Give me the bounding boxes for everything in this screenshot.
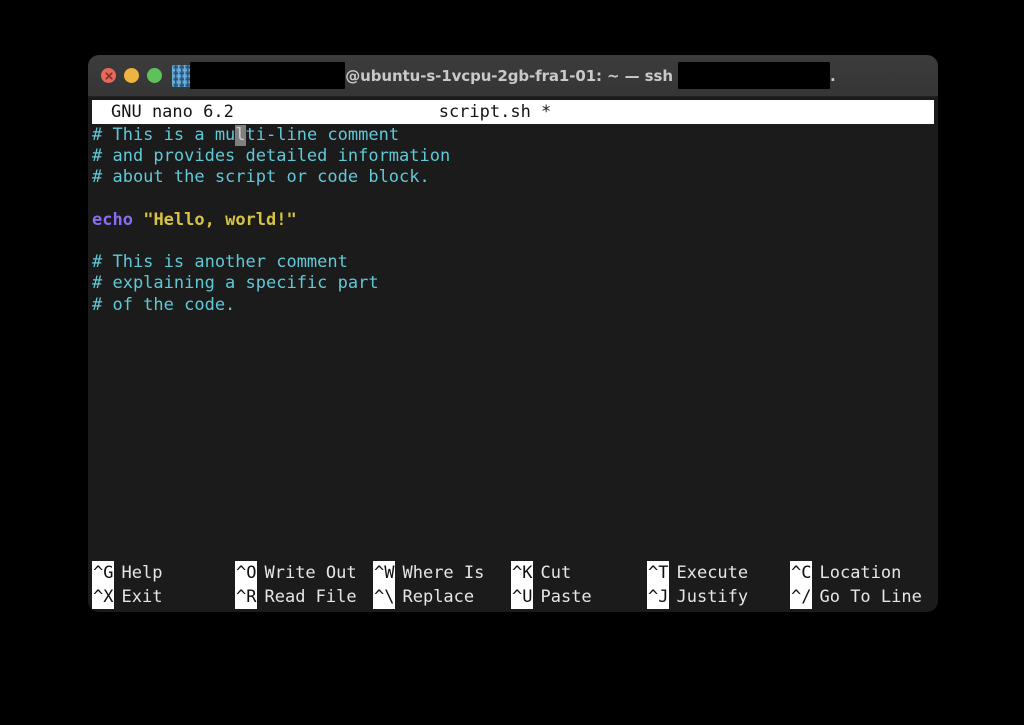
editor-text-span: "Hello, world!" (143, 209, 297, 230)
nano-editor-buffer[interactable]: # This is a multi-line comment # and prov… (92, 125, 934, 556)
window-title: @ubuntu-s-1vcpu-2gb-fra1-01: ~ — ssh (345, 66, 679, 85)
shortcut-key: ^/ (790, 585, 813, 609)
shortcut-replace[interactable]: ^\ Replace (373, 585, 511, 609)
shortcut-label: Cut (540, 563, 572, 583)
shortcut-location[interactable]: ^C Location (790, 561, 930, 585)
shortcut-paste[interactable]: ^U Paste (511, 585, 647, 609)
editor-line[interactable]: echo "Hello, world!" (92, 210, 934, 231)
text-cursor: l (235, 125, 246, 147)
shortcut-key: ^\ (373, 585, 396, 609)
shortcut-column: ^W Where Is ^\ Replace (373, 561, 511, 609)
shortcut-read-file[interactable]: ^R Read File (235, 585, 373, 609)
nano-header-bar: GNU nano 6.2 script.sh * (92, 100, 934, 124)
shortcut-execute[interactable]: ^T Execute (647, 561, 790, 585)
shortcut-label: Location (819, 563, 902, 583)
shortcut-justify[interactable]: ^J Justify (647, 585, 790, 609)
shortcut-column: ^O Write Out ^R Read File (235, 561, 373, 609)
terminal-body[interactable]: GNU nano 6.2 script.sh * # This is a mul… (88, 97, 938, 612)
shortcut-label: Where Is (402, 563, 485, 583)
shortcut-label: Paste (540, 587, 592, 607)
shortcut-column: ^T Execute ^J Justify (647, 561, 790, 609)
shortcut-key: ^K (511, 561, 534, 585)
nano-shortcut-bar: ^G Help ^X Exit ^O Write Out ^R Read File ^W Wher… (92, 561, 934, 609)
shortcut-key: ^X (92, 585, 115, 609)
editor-line[interactable]: # of the code. (92, 295, 934, 316)
terminal-window: @ubuntu-s-1vcpu-2gb-fra1-01: ~ — ssh . G… (88, 55, 938, 612)
editor-text-span: echo (92, 209, 133, 230)
shortcut-key: ^C (790, 561, 813, 585)
shortcut-label: Write Out (264, 563, 357, 583)
shortcut-column: ^G Help ^X Exit (92, 561, 235, 609)
close-window-button[interactable] (101, 68, 116, 83)
shortcut-key: ^J (647, 585, 670, 609)
shortcut-label: Justify (676, 587, 749, 607)
shortcut-label: Exit (121, 587, 163, 607)
editor-text-span: # This is a mu (92, 125, 236, 145)
shortcut-exit[interactable]: ^X Exit (92, 585, 235, 609)
editor-text-span (133, 210, 143, 230)
editor-line[interactable]: # about the script or code block. (92, 167, 934, 188)
editor-text-span: # and provides detailed information (92, 146, 451, 167)
editor-text-span: # This is another comment (92, 252, 348, 273)
window-controls (88, 68, 162, 83)
shortcut-key: ^T (647, 561, 670, 585)
editor-text-span: ti-line comment (245, 125, 400, 145)
shortcut-write-out[interactable]: ^O Write Out (235, 561, 373, 585)
redacted-hostname (678, 62, 831, 89)
shortcut-label: Read File (264, 587, 357, 607)
shortcut-label: Go To Line (819, 587, 922, 607)
shortcut-column: ^C Location ^/ Go To Line (790, 561, 930, 609)
shortcut-label: Help (121, 563, 163, 583)
redacted-username (190, 62, 346, 89)
window-title-bar[interactable]: @ubuntu-s-1vcpu-2gb-fra1-01: ~ — ssh . (88, 55, 938, 97)
desktop-backdrop: @ubuntu-s-1vcpu-2gb-fra1-01: ~ — ssh . G… (0, 0, 1024, 725)
maximize-window-button[interactable] (147, 68, 162, 83)
window-title-suffix: . (830, 66, 836, 85)
editor-text-span: # of the code. (92, 294, 236, 315)
editor-text-span: # explaining a specific part (92, 273, 379, 294)
editor-text-span: # about the script or code block. (92, 167, 430, 188)
shortcut-label: Replace (402, 587, 475, 607)
editor-line[interactable]: # This is another comment (92, 252, 934, 273)
minimize-window-button[interactable] (124, 68, 139, 83)
editor-line[interactable]: # This is a multi-line comment (92, 125, 934, 147)
window-title-group: @ubuntu-s-1vcpu-2gb-fra1-01: ~ — ssh . (88, 55, 938, 96)
shortcut-column: ^K Cut ^U Paste (511, 561, 647, 609)
shortcut-cut[interactable]: ^K Cut (511, 561, 647, 585)
shortcut-label: Execute (676, 563, 749, 583)
nano-filename-label: script.sh * (438, 102, 552, 122)
shortcut-where-is[interactable]: ^W Where Is (373, 561, 511, 585)
editor-line[interactable] (92, 189, 934, 210)
shortcut-key: ^R (235, 585, 258, 609)
shortcut-key: ^G (92, 561, 115, 585)
shortcut-help[interactable]: ^G Help (92, 561, 235, 585)
editor-line[interactable] (92, 231, 934, 252)
shortcut-key: ^U (511, 585, 534, 609)
folder-icon (172, 64, 196, 87)
editor-line[interactable]: # explaining a specific part (92, 273, 934, 294)
shortcut-key: ^O (235, 561, 258, 585)
editor-line[interactable]: # and provides detailed information (92, 146, 934, 167)
shortcut-go-to-line[interactable]: ^/ Go To Line (790, 585, 930, 609)
shortcut-key: ^W (373, 561, 396, 585)
